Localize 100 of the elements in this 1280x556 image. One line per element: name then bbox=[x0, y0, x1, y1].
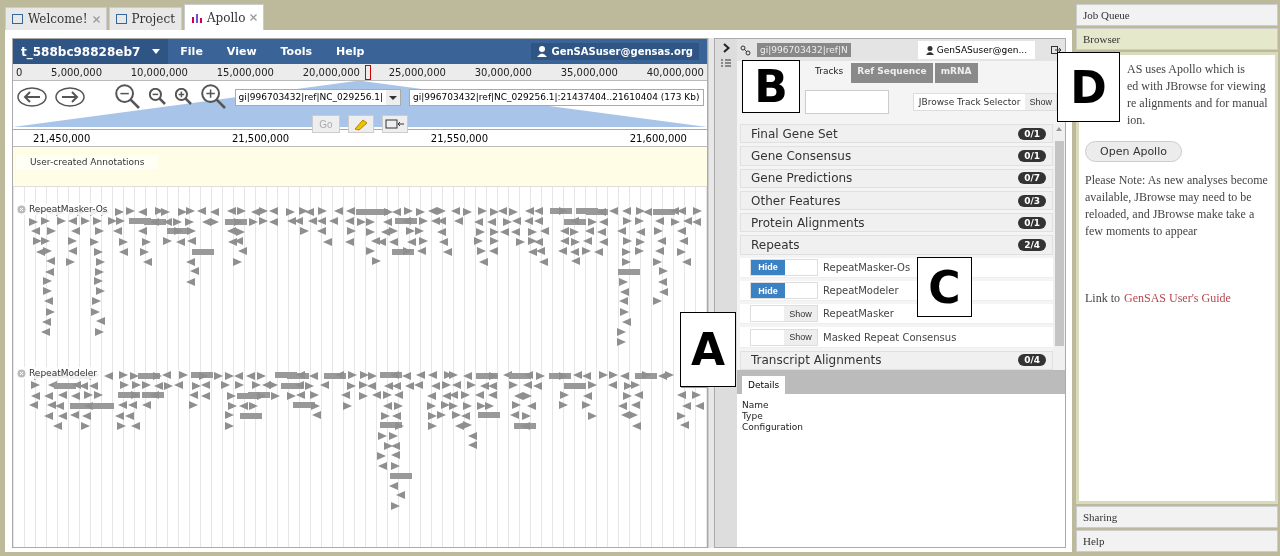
details-tab[interactable]: Details bbox=[742, 376, 786, 394]
count-badge: 0/4 bbox=[1018, 354, 1046, 367]
arrow-left-icon[interactable] bbox=[16, 87, 47, 107]
tab[interactable]: Welcome! bbox=[5, 7, 107, 30]
category-header[interactable]: Protein Alignments 0/1 bbox=[740, 213, 1053, 233]
track-label: User-created Annotations bbox=[16, 155, 159, 169]
arrow-right-icon[interactable] bbox=[54, 87, 85, 107]
scrollbar-thumb[interactable] bbox=[1054, 141, 1064, 346]
search-field[interactable] bbox=[805, 90, 889, 114]
open-apollo-button[interactable]: Open Apollo bbox=[1085, 141, 1182, 162]
menu-item[interactable]: Help bbox=[324, 45, 377, 58]
ruler-label: 35,000,000 bbox=[560, 66, 618, 78]
count-badge: 0/3 bbox=[1018, 194, 1046, 207]
count-badge: 0/1 bbox=[1018, 216, 1046, 229]
guide-link[interactable]: GenSAS User's Guide bbox=[1124, 290, 1231, 307]
user-icon bbox=[537, 46, 548, 57]
track-name: Masked Repeat Consensus bbox=[823, 331, 957, 343]
section-header[interactable]: Browser bbox=[1076, 28, 1278, 50]
track-name: RepeatMasker bbox=[823, 308, 894, 320]
section-header[interactable]: Help bbox=[1076, 530, 1278, 552]
link-label: Link to bbox=[1085, 290, 1120, 307]
section-header[interactable]: Sharing bbox=[1076, 506, 1278, 528]
category-name: Protein Alignments bbox=[751, 215, 865, 230]
list-icon[interactable] bbox=[721, 59, 731, 67]
zoom-out-icon[interactable] bbox=[114, 84, 141, 110]
position-marker-icon[interactable] bbox=[365, 65, 371, 80]
location-field[interactable]: gi|996703432|ref|NC_029256.1|:21437404..21610404 (173 Kb) bbox=[409, 88, 704, 106]
ruler-label: 21,500,000 bbox=[231, 132, 290, 144]
track-name: RepeatModeler bbox=[823, 285, 899, 297]
ruler-label: 5,000,000 bbox=[51, 66, 102, 78]
user-tab[interactable]: GenSASuser@gen... bbox=[917, 41, 1035, 59]
intro-text: ion. bbox=[1126, 112, 1147, 129]
category-name: Transcript Alignments bbox=[751, 353, 882, 368]
track-label: RepeatModeler bbox=[29, 368, 97, 378]
track-name: RepeatMasker-Os bbox=[823, 261, 911, 273]
category-header[interactable]: Repeats 2/4 bbox=[740, 235, 1053, 255]
toggle-switch[interactable]: Show bbox=[750, 328, 818, 346]
intro-text: ed with JBrowse for viewing bbox=[1126, 78, 1267, 95]
sequence-select[interactable]: gi|996703432|ref|NC_029256.1| bbox=[234, 88, 402, 106]
detail-field: Configuration bbox=[742, 422, 1060, 432]
toggle-button[interactable]: Hide bbox=[751, 283, 785, 299]
intro-text: re alignments and for manual bbox=[1126, 95, 1269, 112]
ruler-label: 20,000,000 bbox=[302, 66, 360, 78]
user-icon bbox=[925, 45, 934, 55]
chart-icon bbox=[190, 12, 202, 23]
toggle-switch[interactable]: Show bbox=[750, 305, 818, 323]
category-name: Final Gene Set bbox=[751, 126, 838, 141]
dataset-name: t_588bc98828eb7 bbox=[21, 44, 141, 59]
selector-label: JBrowse Track Selector bbox=[917, 96, 1022, 109]
caret-icon bbox=[386, 89, 401, 105]
ruler-label: 0 bbox=[16, 66, 23, 78]
zoom-in-icon[interactable] bbox=[174, 88, 193, 106]
category-name: Other Features bbox=[751, 193, 841, 208]
callout-label: B bbox=[742, 60, 800, 113]
ruler-label: 25,000,000 bbox=[388, 66, 446, 78]
count-badge: 0/7 bbox=[1018, 172, 1046, 185]
category-name: Repeats bbox=[751, 238, 800, 253]
callout-label: C bbox=[917, 257, 972, 317]
ruler-label: 40,000,000 bbox=[646, 66, 704, 78]
intro-text: AS uses Apollo which is bbox=[1126, 61, 1246, 78]
section-header[interactable]: Job Queue bbox=[1076, 4, 1278, 26]
ruler-label: 21,600,000 bbox=[629, 132, 687, 144]
tab[interactable]: Project bbox=[108, 7, 182, 30]
detail-field: Type bbox=[742, 411, 1060, 421]
track-label: RepeatMasker-Os bbox=[29, 204, 108, 214]
chevron-right-icon[interactable] bbox=[722, 43, 730, 53]
window-icon bbox=[12, 14, 23, 24]
track-button[interactable] bbox=[381, 115, 408, 133]
category-header[interactable]: Other Features 0/3 bbox=[740, 190, 1053, 211]
user-menu[interactable]: GenSASuser@gensas.org bbox=[531, 43, 699, 60]
category-name: Gene Consensus bbox=[751, 148, 852, 163]
menu-item[interactable]: View bbox=[214, 45, 269, 58]
ruler-label: 10,000,000 bbox=[130, 66, 188, 78]
ruler-label: 15,000,000 bbox=[216, 66, 274, 78]
zoom-in-icon[interactable] bbox=[200, 84, 227, 110]
toggle-button[interactable]: Show bbox=[784, 306, 817, 322]
category-header[interactable]: Transcript Alignments 0/4 bbox=[740, 350, 1053, 370]
zoom-out-icon[interactable] bbox=[148, 88, 167, 106]
window-icon bbox=[115, 14, 127, 24]
category-header[interactable]: Final Gene Set 0/1 bbox=[740, 124, 1053, 144]
ruler-label: 21,550,000 bbox=[430, 132, 489, 144]
toggle-button[interactable]: Hide bbox=[751, 259, 785, 275]
menu-item[interactable]: File bbox=[168, 45, 215, 58]
logout-icon[interactable] bbox=[1051, 45, 1062, 55]
caret-icon[interactable] bbox=[152, 49, 161, 54]
ruler-label: 21,450,000 bbox=[33, 132, 91, 144]
toggle-switch[interactable]: Hide bbox=[750, 282, 818, 300]
toggle-button[interactable]: Show bbox=[784, 329, 817, 345]
show-button[interactable]: Show bbox=[1025, 94, 1056, 110]
category-header[interactable]: Gene Consensus 0/1 bbox=[740, 146, 1053, 166]
count-badge: 0/1 bbox=[1018, 127, 1046, 140]
tab[interactable]: Apollo bbox=[183, 4, 265, 30]
marker-icon bbox=[352, 117, 369, 131]
count-badge: 2/4 bbox=[1018, 239, 1046, 252]
link-icon[interactable] bbox=[740, 44, 751, 56]
category-header[interactable]: Gene Predictions 0/7 bbox=[740, 168, 1053, 188]
toggle-switch[interactable]: Hide bbox=[750, 258, 818, 276]
close-icon[interactable] bbox=[250, 14, 258, 21]
menu-item[interactable]: Tools bbox=[268, 45, 325, 58]
count-badge: 0/1 bbox=[1018, 149, 1046, 162]
